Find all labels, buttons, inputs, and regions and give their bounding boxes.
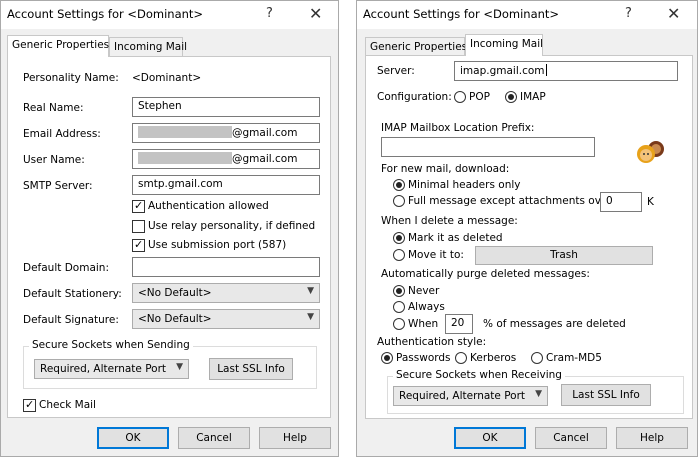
purge-when-radio[interactable] xyxy=(393,318,405,330)
tab-generic-properties[interactable]: Generic Properties xyxy=(365,37,467,56)
personality-label: Personality Name: xyxy=(23,72,119,84)
purge-always-radio[interactable] xyxy=(393,301,405,313)
email-input[interactable]: @gmail.com xyxy=(132,123,320,143)
check-mail-checkbox[interactable]: ✓ xyxy=(23,398,36,412)
minimal-headers-label: Minimal headers only xyxy=(408,179,521,191)
size-unit-label: K xyxy=(647,196,654,208)
account-settings-window-incoming: Account Settings for <Dominant> ? ✕ Gene… xyxy=(356,0,698,457)
chevron-down-icon: ▼ xyxy=(176,362,183,372)
passwords-radio[interactable] xyxy=(381,352,393,364)
auth-allowed-label: Authentication allowed xyxy=(148,200,269,212)
move-to-label: Move it to: xyxy=(408,249,464,261)
prefix-label: IMAP Mailbox Location Prefix: xyxy=(381,122,535,134)
username-input[interactable]: @gmail.com xyxy=(132,149,320,169)
help-button[interactable]: Help xyxy=(259,427,331,449)
text-caret xyxy=(545,64,547,76)
stationery-select[interactable]: <No Default> ▼ xyxy=(132,283,320,303)
kerberos-radio[interactable] xyxy=(455,352,467,364)
pop-radio[interactable] xyxy=(454,91,466,103)
window-title: Account Settings for <Dominant> xyxy=(7,7,204,21)
chevron-down-icon: ▼ xyxy=(307,286,314,296)
generic-properties-panel: Personality Name: <Dominant> Real Name: … xyxy=(7,56,331,418)
tab-incoming-mail[interactable]: Incoming Mail xyxy=(465,34,543,56)
purge-percent-label: % of messages are deleted xyxy=(483,318,626,330)
mark-deleted-label: Mark it as deleted xyxy=(408,232,503,244)
ssl-sending-select[interactable]: Required, Alternate Port ▼ xyxy=(34,359,189,379)
chevron-down-icon: ▼ xyxy=(307,312,314,322)
stationery-label: Default Stationery: xyxy=(23,288,122,300)
purge-percent-input[interactable]: 20 xyxy=(445,314,473,334)
help-button[interactable]: Help xyxy=(616,427,688,449)
cancel-button[interactable]: Cancel xyxy=(535,427,607,449)
real-name-input[interactable]: Stephen xyxy=(132,97,320,117)
chevron-down-icon: ▼ xyxy=(535,389,542,399)
purge-always-label: Always xyxy=(408,301,445,313)
server-label: Server: xyxy=(377,65,415,77)
purge-when-label: When xyxy=(408,318,439,330)
delete-label: When I delete a message: xyxy=(381,215,518,227)
check-mail-label: Check Mail xyxy=(39,399,96,411)
server-input[interactable]: imap.gmail.com xyxy=(454,61,678,81)
relay-label: Use relay personality, if defined xyxy=(148,220,316,232)
ok-button[interactable]: OK xyxy=(97,427,169,449)
personalities-icon xyxy=(637,141,664,163)
relay-checkbox[interactable] xyxy=(132,220,145,233)
close-icon[interactable]: ✕ xyxy=(309,4,322,23)
kerberos-label: Kerberos xyxy=(470,352,517,364)
submission-port-label: Use submission port (587) xyxy=(148,239,287,251)
cancel-button[interactable]: Cancel xyxy=(178,427,250,449)
email-label: Email Address: xyxy=(23,128,101,140)
title-bar: Account Settings for <Dominant> ? ✕ xyxy=(1,1,338,29)
imap-label: IMAP xyxy=(520,91,546,103)
mark-deleted-radio[interactable] xyxy=(393,232,405,244)
cram-md5-label: Cram-MD5 xyxy=(546,352,602,364)
trash-button[interactable]: Trash xyxy=(475,246,653,265)
tab-generic-properties[interactable]: Generic Properties xyxy=(7,35,109,57)
full-message-radio[interactable] xyxy=(393,195,405,207)
ok-button[interactable]: OK xyxy=(454,427,526,449)
auth-allowed-checkbox[interactable]: ✓ xyxy=(132,199,145,213)
prefix-input[interactable] xyxy=(381,137,595,157)
username-label: User Name: xyxy=(23,154,85,166)
imap-radio[interactable] xyxy=(505,91,517,103)
purge-label: Automatically purge deleted messages: xyxy=(381,268,590,280)
close-icon[interactable]: ✕ xyxy=(667,4,680,23)
move-to-radio[interactable] xyxy=(393,249,405,261)
full-message-label: Full message except attachments over xyxy=(408,195,612,207)
help-icon[interactable]: ? xyxy=(266,6,273,21)
domain-input[interactable] xyxy=(132,257,320,277)
signature-select[interactable]: <No Default> ▼ xyxy=(132,309,320,329)
minimal-headers-radio[interactable] xyxy=(393,179,405,191)
help-icon[interactable]: ? xyxy=(625,6,632,21)
tab-incoming-mail[interactable]: Incoming Mail xyxy=(109,37,187,56)
redacted-block xyxy=(138,152,232,164)
pop-label: POP xyxy=(469,91,490,103)
last-ssl-info-button[interactable]: Last SSL Info xyxy=(209,358,293,380)
redacted-block xyxy=(138,126,232,138)
submission-port-checkbox[interactable]: ✓ xyxy=(132,238,145,252)
attachment-size-input[interactable]: 0 xyxy=(600,192,642,212)
smtp-label: SMTP Server: xyxy=(23,180,93,192)
purge-never-label: Never xyxy=(408,285,440,297)
ssl-receiving-legend: Secure Sockets when Receiving xyxy=(393,369,565,381)
window-title: Account Settings for <Dominant> xyxy=(363,7,560,21)
smtp-input[interactable]: smtp.gmail.com xyxy=(132,175,320,195)
account-settings-window-generic: Account Settings for <Dominant> ? ✕ Gene… xyxy=(0,0,339,457)
title-bar: Account Settings for <Dominant> ? ✕ xyxy=(357,1,697,29)
purge-never-radio[interactable] xyxy=(393,285,405,297)
auth-style-label: Authentication style: xyxy=(377,336,487,348)
signature-label: Default Signature: xyxy=(23,314,119,326)
last-ssl-info-button[interactable]: Last SSL Info xyxy=(561,384,651,406)
cram-md5-radio[interactable] xyxy=(531,352,543,364)
personality-value: <Dominant> xyxy=(132,72,202,84)
real-name-label: Real Name: xyxy=(23,102,84,114)
configuration-label: Configuration: xyxy=(377,91,452,103)
ssl-receiving-select[interactable]: Required, Alternate Port ▼ xyxy=(393,386,548,406)
ssl-sending-legend: Secure Sockets when Sending xyxy=(29,339,193,351)
domain-label: Default Domain: xyxy=(23,262,109,274)
incoming-mail-panel: Server: imap.gmail.com Configuration: PO… xyxy=(365,55,693,419)
download-label: For new mail, download: xyxy=(381,163,510,175)
passwords-label: Passwords xyxy=(396,352,451,364)
